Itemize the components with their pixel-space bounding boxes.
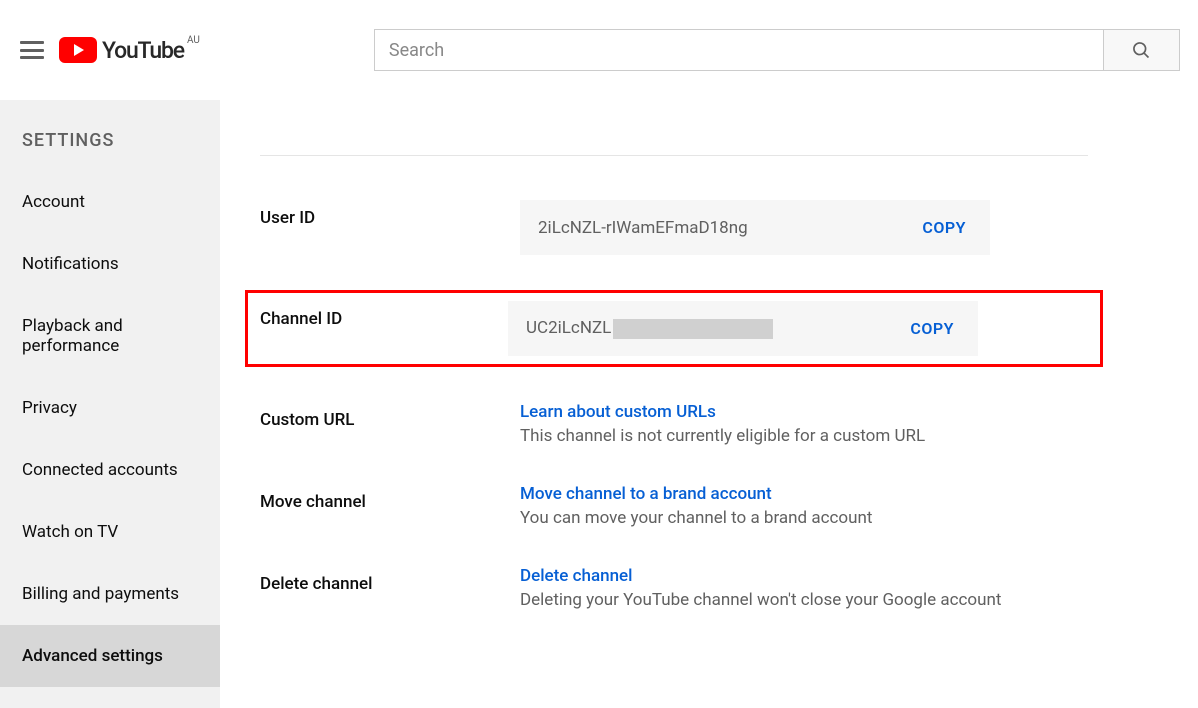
custom-url-label: Custom URL bbox=[260, 402, 520, 430]
redacted-block bbox=[613, 319, 773, 339]
search-input[interactable] bbox=[374, 29, 1104, 71]
search-icon bbox=[1131, 40, 1151, 60]
hamburger-icon bbox=[20, 41, 44, 59]
user-id-box: 2iLcNZL-rIWamEFmaD18ng COPY bbox=[520, 200, 990, 255]
sidebar-title: SETTINGS bbox=[0, 120, 220, 171]
custom-url-row: Custom URL Learn about custom URLs This … bbox=[260, 402, 1198, 446]
sidebar-item-watch-on-tv[interactable]: Watch on TV bbox=[0, 501, 220, 563]
move-channel-row: Move channel Move channel to a brand acc… bbox=[260, 484, 1198, 528]
main-content: User ID 2iLcNZL-rIWamEFmaD18ng COPY Chan… bbox=[220, 100, 1198, 708]
custom-url-link[interactable]: Learn about custom URLs bbox=[520, 402, 716, 422]
youtube-logo[interactable]: YouTube AU bbox=[59, 37, 184, 64]
hamburger-button[interactable] bbox=[20, 30, 44, 70]
custom-url-subtext: This channel is not currently eligible f… bbox=[520, 426, 925, 446]
header: YouTube AU bbox=[0, 0, 1198, 100]
delete-channel-subtext: Deleting your YouTube channel won't clos… bbox=[520, 590, 1001, 610]
sidebar-item-label: Playback and performance bbox=[22, 316, 123, 356]
search-bar bbox=[374, 29, 1180, 71]
delete-channel-row: Delete channel Delete channel Deleting y… bbox=[260, 566, 1198, 610]
search-button[interactable] bbox=[1104, 29, 1180, 71]
sidebar-item-notifications[interactable]: Notifications bbox=[0, 233, 220, 295]
sidebar-item-label: Connected accounts bbox=[22, 460, 178, 480]
sidebar-item-privacy[interactable]: Privacy bbox=[0, 377, 220, 439]
sidebar-item-label: Privacy bbox=[22, 398, 77, 418]
channel-id-highlight: Channel ID UC2iLcNZL COPY bbox=[248, 293, 1100, 364]
sidebar-item-connected-accounts[interactable]: Connected accounts bbox=[0, 439, 220, 501]
sidebar-item-label: Notifications bbox=[22, 254, 119, 274]
sidebar-item-label: Advanced settings bbox=[22, 646, 163, 666]
logo-region: AU bbox=[187, 35, 200, 46]
sidebar-item-label: Billing and payments bbox=[22, 584, 179, 604]
logo-text: YouTube bbox=[102, 37, 184, 64]
channel-id-value: UC2iLcNZL bbox=[526, 318, 773, 339]
user-id-copy-button[interactable]: COPY bbox=[916, 214, 972, 241]
channel-id-row: Channel ID UC2iLcNZL COPY bbox=[248, 301, 1088, 356]
sidebar-item-label: Watch on TV bbox=[22, 522, 118, 542]
channel-id-copy-button[interactable]: COPY bbox=[904, 315, 960, 342]
settings-sidebar: SETTINGS Account Notifications Playback … bbox=[0, 100, 220, 708]
move-channel-subtext: You can move your channel to a brand acc… bbox=[520, 508, 872, 528]
user-id-value: 2iLcNZL-rIWamEFmaD18ng bbox=[538, 218, 748, 238]
sidebar-item-label: Account bbox=[22, 192, 85, 212]
channel-id-box: UC2iLcNZL COPY bbox=[508, 301, 978, 356]
delete-channel-label: Delete channel bbox=[260, 566, 520, 594]
user-id-label: User ID bbox=[260, 200, 520, 228]
sidebar-item-advanced-settings[interactable]: Advanced settings bbox=[0, 625, 220, 687]
delete-channel-link[interactable]: Delete channel bbox=[520, 566, 632, 586]
move-channel-link[interactable]: Move channel to a brand account bbox=[520, 484, 772, 504]
channel-id-label: Channel ID bbox=[248, 301, 508, 329]
sidebar-item-billing[interactable]: Billing and payments bbox=[0, 563, 220, 625]
user-id-row: User ID 2iLcNZL-rIWamEFmaD18ng COPY bbox=[260, 200, 1198, 255]
youtube-play-icon bbox=[59, 37, 97, 63]
sidebar-item-playback[interactable]: Playback and performance bbox=[0, 295, 220, 377]
move-channel-label: Move channel bbox=[260, 484, 520, 512]
sidebar-item-account[interactable]: Account bbox=[0, 171, 220, 233]
